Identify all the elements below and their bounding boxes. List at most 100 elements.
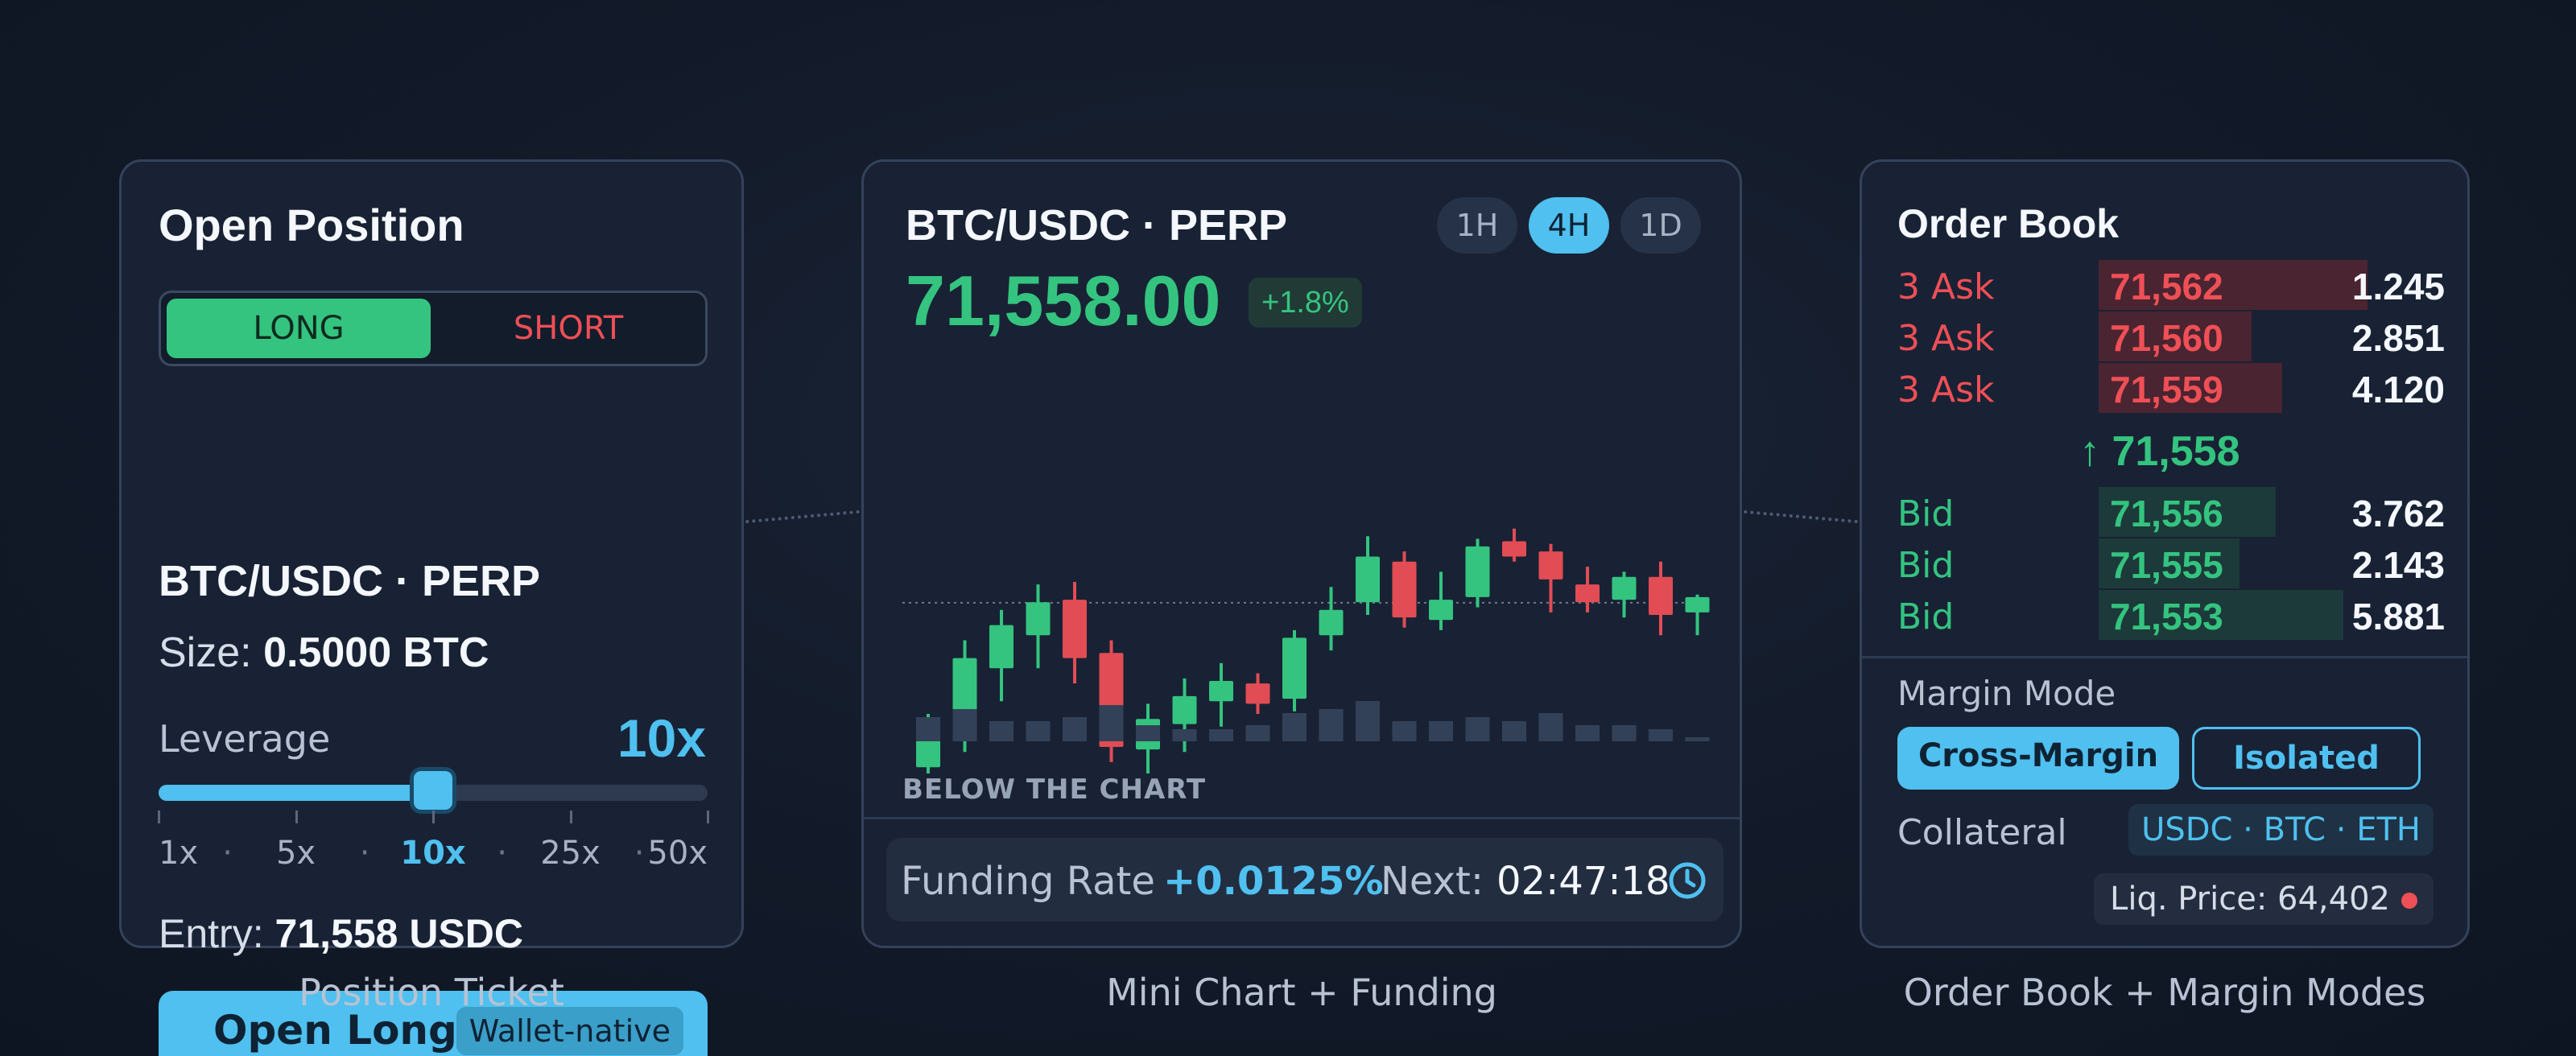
candle-body	[1575, 584, 1600, 603]
chart-divider	[864, 817, 1740, 819]
collateral-label: Collateral	[1897, 812, 2067, 853]
volume-bar	[1649, 729, 1673, 741]
leverage-tick	[432, 811, 435, 823]
volume-bar	[1429, 721, 1453, 741]
candle-body	[1282, 637, 1307, 699]
leverage-stop-separator: ·	[634, 835, 645, 872]
wallet-native-chip: Wallet-native	[456, 1007, 683, 1055]
leverage-stop-separator: ·	[497, 835, 507, 872]
volume-bar	[1685, 737, 1710, 741]
leverage-slider-thumb[interactable]	[410, 767, 456, 814]
short-button[interactable]: SHORT	[437, 299, 700, 358]
clock-icon	[1669, 862, 1706, 899]
candle-body	[1026, 602, 1051, 636]
book-divider	[1862, 656, 2467, 658]
bid-row[interactable]: Bid 71,555 2.143	[1897, 538, 2445, 588]
volume-bar	[1282, 713, 1307, 741]
bid-price: 71,556	[2110, 493, 2223, 534]
bid-quantity: 3.762	[2351, 493, 2445, 534]
isolated-margin-button[interactable]: Isolated	[2192, 727, 2421, 790]
cross-margin-button[interactable]: Cross-Margin	[1897, 727, 2179, 790]
leverage-tick	[707, 811, 709, 823]
candle-body	[1465, 546, 1490, 597]
funding-bar: Funding Rate +0.0125% Next: 02:47:18	[886, 838, 1724, 922]
volume-bar	[1538, 713, 1563, 741]
mini-chart-panel: BTC/USDC · PERP 1H 4H 1D 71,558.00 +1.8% B…	[861, 159, 1742, 948]
bid-price: 71,555	[2110, 544, 2223, 586]
candle-body	[1172, 695, 1197, 724]
leverage-stop-25x[interactable]: 25x	[540, 835, 601, 872]
funding-rate: +0.0125%	[1163, 859, 1384, 904]
volume-bar	[1575, 725, 1600, 741]
volume-bar	[916, 717, 940, 741]
leverage-stop-1x[interactable]: 1x	[159, 835, 198, 872]
volume-bar	[1465, 717, 1490, 741]
leverage-tick	[569, 811, 572, 823]
ask-quantity: 1.245	[2351, 266, 2445, 307]
leverage-stop-10x[interactable]: 10x	[400, 835, 465, 872]
leverage-stop-separator: ·	[222, 835, 233, 872]
ticket-title: Open Position	[159, 200, 464, 250]
size-row: Size: 0.5000 BTC	[159, 629, 489, 677]
ask-price: 71,562	[2110, 266, 2223, 307]
next-funding-countdown: 02:47:18	[1496, 859, 1670, 904]
volume-bar	[1319, 709, 1344, 741]
bid-row[interactable]: Bid 71,556 3.762	[1897, 487, 2445, 537]
candle-body	[1612, 576, 1637, 600]
bid-side-label: Bid	[1897, 493, 1955, 534]
long-button[interactable]: LONG	[167, 299, 431, 358]
leverage-slider-fill	[159, 785, 433, 801]
leverage-stop-50x[interactable]: 50x	[647, 835, 708, 872]
volume-bar	[1612, 725, 1637, 741]
volume-bar	[1172, 729, 1197, 741]
caption-order-book: Order Book + Margin Modes	[1903, 971, 2426, 1014]
below-chart-label: BELOW THE CHART	[902, 773, 1207, 806]
ask-side-label: 3 Ask	[1897, 369, 1995, 410]
candle-body	[1209, 681, 1233, 702]
candle-body	[1649, 576, 1673, 615]
volume-bar	[1026, 721, 1051, 741]
liquidation-price-text: Liq. Price: 64,402	[2110, 881, 2390, 918]
size-label: Size:	[159, 629, 252, 676]
order-book-title: Order Book	[1897, 201, 2120, 246]
mid-price: ↑ 71,558	[2079, 428, 2240, 475]
connector-right	[1744, 509, 1858, 524]
ask-price: 71,560	[2110, 317, 2223, 359]
candle-body	[1063, 600, 1087, 658]
side-toggle: LONG SHORT	[159, 291, 708, 366]
ask-side-label: 3 Ask	[1897, 266, 1995, 307]
candle-body	[989, 625, 1013, 669]
order-book-panel: Order Book 3 Ask 71,562 1.245 3 Ask 71,560 2.…	[1860, 159, 2470, 948]
leverage-stop-separator: ·	[359, 835, 370, 872]
bid-side-label: Bid	[1897, 545, 1955, 586]
bid-side-label: Bid	[1897, 596, 1955, 637]
leverage-stop-5x[interactable]: 5x	[276, 835, 316, 872]
volume-bar	[1245, 725, 1270, 741]
ask-quantity: 2.851	[2351, 317, 2445, 359]
candle-body	[1245, 683, 1270, 704]
ask-row[interactable]: 3 Ask 71,560 2.851	[1897, 311, 2445, 361]
candlestick-chart	[902, 528, 1710, 773]
liquidation-price: Liq. Price: 64,402	[2094, 873, 2434, 925]
ask-side-label: 3 Ask	[1897, 318, 1995, 359]
position-ticket-panel: Open Position LONG SHORT BTC/USDC · PERP…	[119, 159, 744, 1056]
leverage-slider[interactable]	[159, 767, 708, 814]
volume-bar	[1356, 701, 1380, 741]
leverage-ticks	[158, 811, 709, 823]
size-value: 0.5000 BTC	[263, 629, 489, 676]
ask-row[interactable]: 3 Ask 71,559 4.120	[1897, 363, 2445, 413]
volume-bar	[1136, 725, 1160, 741]
ask-row[interactable]: 3 Ask 71,562 1.245	[1897, 260, 2445, 310]
volume-bar	[1502, 721, 1526, 741]
candle-body	[1429, 600, 1453, 621]
bid-row[interactable]: Bid 71,553 5.881	[1897, 590, 2445, 640]
leverage-tick	[158, 811, 160, 823]
leverage-label: Leverage	[159, 717, 331, 761]
bid-quantity: 5.881	[2351, 596, 2445, 637]
candle-body	[1538, 551, 1563, 580]
candle-body	[1356, 556, 1380, 603]
ticket-pair: BTC/USDC · PERP	[159, 557, 541, 605]
collateral-assets: USDC · BTC · ETH	[2128, 804, 2434, 856]
volume-bar	[1392, 721, 1417, 741]
volume-bar	[1099, 705, 1124, 741]
